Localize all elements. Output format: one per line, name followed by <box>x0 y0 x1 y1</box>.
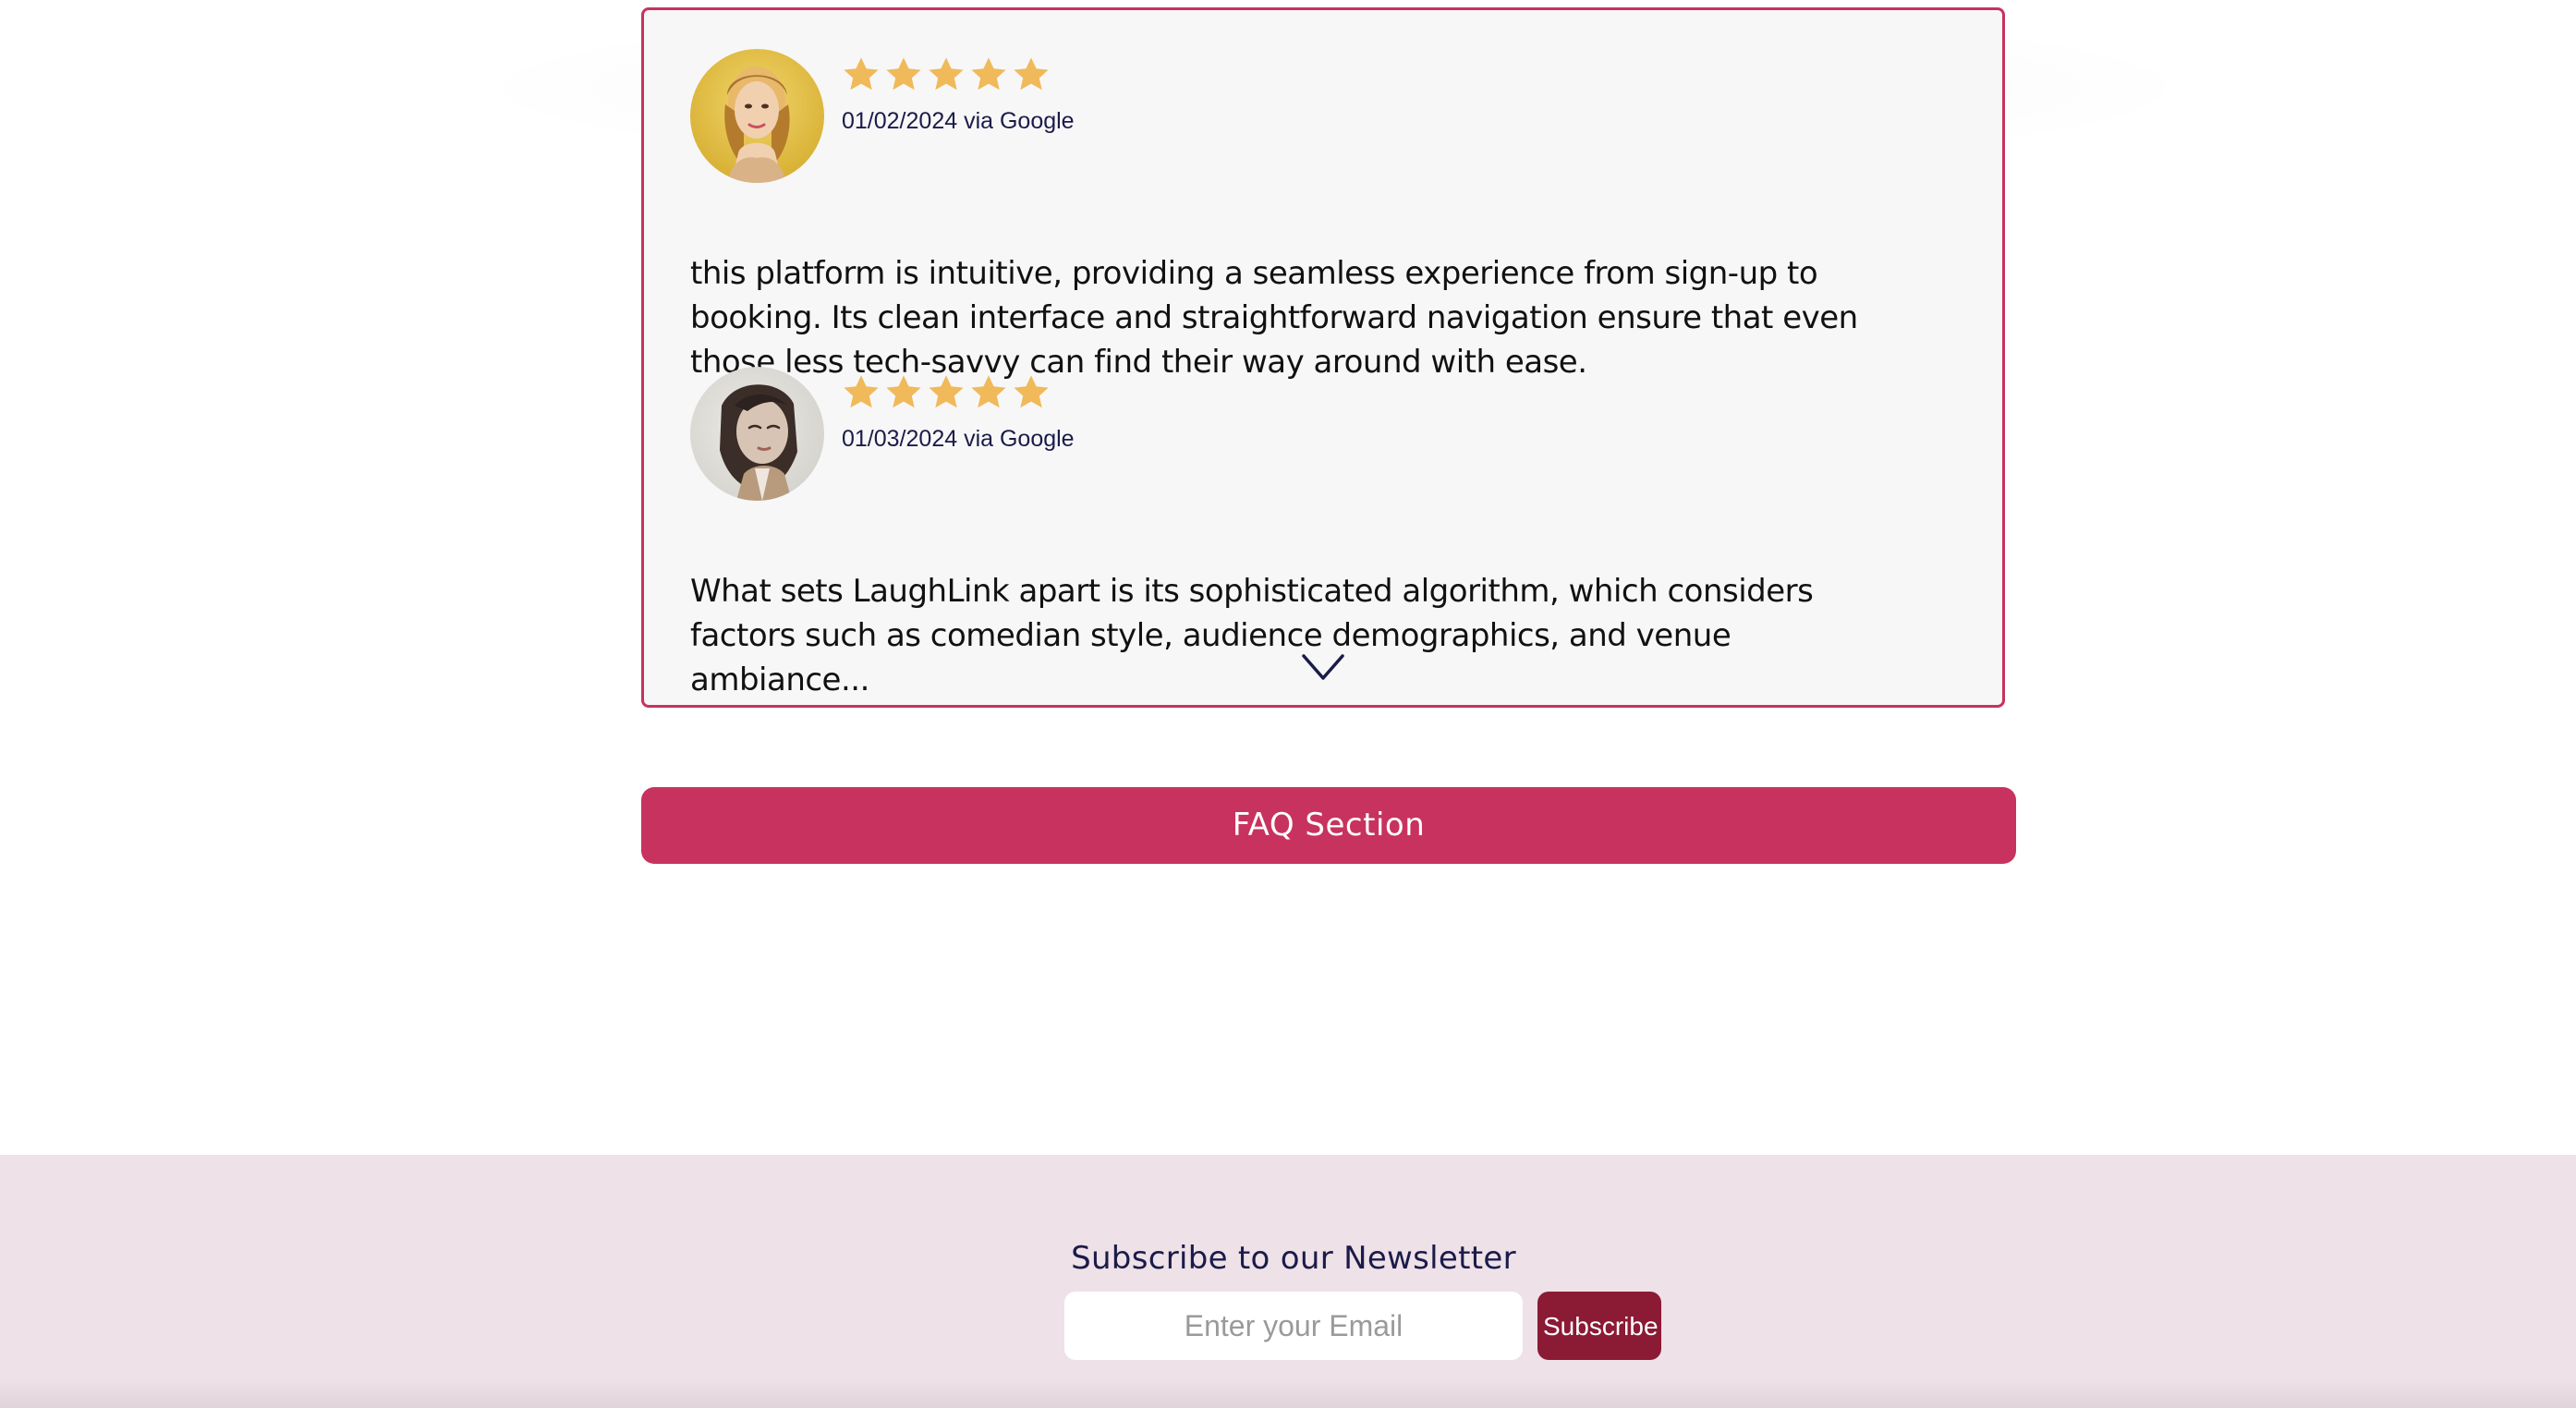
expand-reviews-button[interactable] <box>1300 651 1346 683</box>
review-date: 01/02/2024 via Google <box>842 108 1075 134</box>
avatar <box>690 49 824 183</box>
chevron-down-icon <box>1302 654 1344 680</box>
review-text: this platform is intuitive, providing a … <box>690 255 1858 381</box>
star-icon <box>840 54 882 96</box>
footer-shadow <box>0 1378 2576 1408</box>
newsletter-title: Subscribe to our Newsletter <box>1071 1240 1516 1277</box>
avatar <box>690 367 824 501</box>
rating-stars <box>840 371 1052 416</box>
star-icon <box>967 371 1010 414</box>
rating-stars <box>840 54 1052 98</box>
review-date: 01/03/2024 via Google <box>842 426 1075 452</box>
star-icon <box>967 54 1010 96</box>
reviews-card: 01/02/2024 via Google this platform is i… <box>641 7 2005 708</box>
page: 01/02/2024 via Google this platform is i… <box>0 0 2576 1408</box>
subscribe-button[interactable]: Subscribe <box>1537 1292 1661 1360</box>
star-icon <box>925 371 967 414</box>
star-icon <box>925 54 967 96</box>
email-field[interactable] <box>1064 1292 1523 1360</box>
star-icon <box>1010 54 1052 96</box>
star-icon <box>882 371 925 414</box>
star-icon <box>1010 371 1052 414</box>
review-text: What sets LaughLink apart is its sophist… <box>690 573 1814 698</box>
star-icon <box>840 371 882 414</box>
newsletter-footer <box>0 1155 2576 1408</box>
faq-section-button[interactable]: FAQ Section <box>641 787 2016 864</box>
star-icon <box>882 54 925 96</box>
